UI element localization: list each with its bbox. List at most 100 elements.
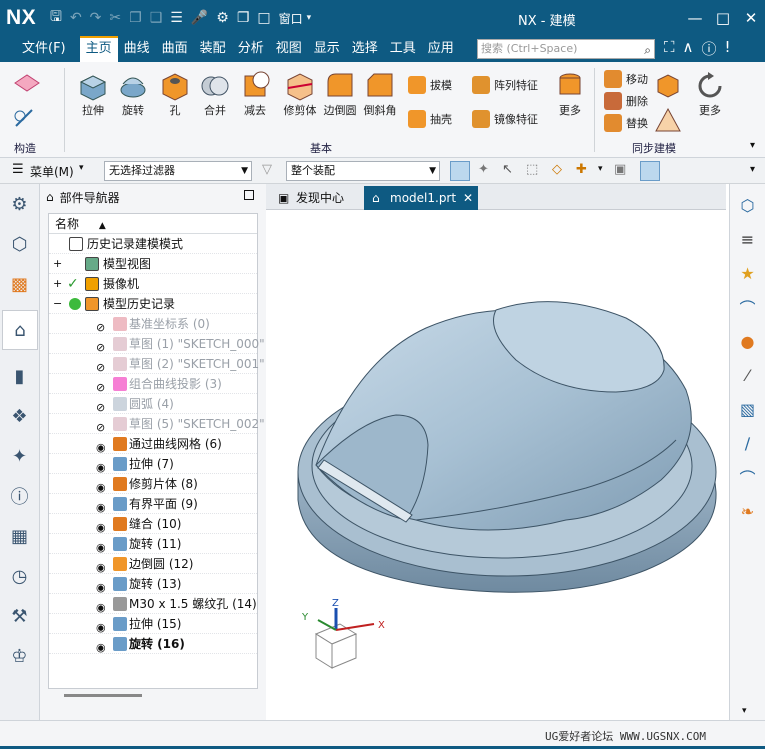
hamburger-icon[interactable]: ≡	[735, 226, 761, 252]
feature-tree[interactable]: 名称 ▲ 历史记录建模模式 + 模型视图 + ✓ 摄像机 − 模型历史记录 ⊘ 基准坐标系 (0)…	[48, 213, 265, 689]
tree-row[interactable]: ◉ 拉伸 (15)	[49, 614, 257, 634]
tree-row[interactable]: ◉ 缝合 (10)	[49, 514, 257, 534]
resize-face-button[interactable]	[654, 106, 682, 137]
column-header-name[interactable]: 名称 ▲	[49, 214, 257, 234]
type-filter-select[interactable]: 无选择过滤器 ▼	[104, 161, 252, 181]
tree-row[interactable]: ◉ M30 x 1.5 螺纹孔 (14)	[49, 594, 257, 614]
delete-face-button[interactable]: 删除	[604, 92, 648, 110]
datum-button[interactable]	[12, 106, 38, 133]
alert-icon[interactable]: !	[725, 38, 731, 59]
tab-curve[interactable]: 曲线	[118, 36, 156, 62]
tree-row[interactable]: ◉ 旋转 (13)	[49, 574, 257, 594]
tree-row[interactable]: − 模型历史记录	[49, 294, 257, 314]
snap-point-icon[interactable]: ✦	[478, 162, 489, 177]
undo-icon[interactable]: ↶	[70, 10, 82, 26]
tree-row[interactable]: ◉ 拉伸 (7)	[49, 454, 257, 474]
tab-home[interactable]: 主页	[79, 36, 118, 62]
tree-row[interactable]: ⊘ 草图 (2) "SKETCH_001"	[49, 354, 265, 374]
chevron-down-icon[interactable]: ▾	[742, 706, 747, 716]
more-basic-button[interactable]: 更多	[552, 70, 588, 118]
extrude-button[interactable]: 拉伸	[74, 70, 112, 118]
tab-tools[interactable]: 工具	[384, 36, 422, 62]
history-icon[interactable]: ◷	[6, 562, 34, 590]
render-style-icon[interactable]	[640, 161, 660, 181]
collapse-ribbon-icon[interactable]: ∧	[683, 38, 694, 59]
search-icon[interactable]: ⌕	[644, 41, 651, 59]
copy-icon[interactable]: ❐	[129, 10, 142, 26]
tab-select[interactable]: 选择	[346, 36, 384, 62]
main-menu-button[interactable]: 菜单(M)	[30, 163, 74, 180]
touch-mode-icon[interactable]: ☰	[170, 10, 183, 26]
expand-icon[interactable]: −	[53, 294, 62, 314]
subtract-button[interactable]: 减去	[236, 70, 274, 118]
more-sync-button[interactable]: 更多	[692, 70, 728, 118]
tree-row[interactable]: ◉ 旋转 (16)	[49, 634, 257, 654]
select-object-icon[interactable]: ↖	[502, 162, 513, 177]
ribbon-expand-icon[interactable]: ▾	[750, 140, 755, 151]
favorite-icon[interactable]: ★	[735, 260, 761, 286]
window-icon[interactable]: □	[257, 10, 270, 26]
chevron-down-icon[interactable]: ▾	[598, 164, 603, 174]
shell-button[interactable]: 抽壳	[408, 110, 452, 128]
solid-icon[interactable]: ▧	[735, 396, 761, 422]
cut-icon[interactable]: ✂	[109, 10, 121, 26]
arc-icon[interactable]: ⌒	[735, 464, 761, 490]
pattern-feature-button[interactable]: 阵列特征	[472, 76, 538, 94]
expand-icon[interactable]: +	[53, 274, 62, 294]
edge-blend-button[interactable]: 边倒圆	[320, 70, 360, 118]
web-browser-icon[interactable]: ✦	[6, 442, 34, 470]
tree-row[interactable]: ◉ 通过曲线网格 (6)	[49, 434, 257, 454]
tab-application[interactable]: 应用	[422, 36, 460, 62]
settings-icon[interactable]: ⚙	[6, 190, 34, 218]
replace-face-button[interactable]: 替换	[604, 114, 648, 132]
tab-display[interactable]: 显示	[308, 36, 346, 62]
sketch-button[interactable]	[12, 72, 42, 97]
chevron-down-icon[interactable]: ▾	[79, 163, 84, 173]
tab-model1[interactable]: ⌂ model1.prt ✕	[364, 186, 479, 210]
snap-grid-icon[interactable]: ⬚	[526, 162, 538, 177]
maximize-icon[interactable]	[244, 190, 254, 200]
move-face-button[interactable]: 移动	[604, 70, 648, 88]
save-icon[interactable]: 🖫	[50, 6, 62, 30]
chamfer-button[interactable]: 倒斜角	[360, 70, 400, 118]
snap-end-icon[interactable]: ◇	[552, 162, 562, 177]
fullscreen-icon[interactable]: ⛶	[664, 38, 675, 59]
redo-icon[interactable]: ↷	[90, 10, 102, 26]
checkmark-icon[interactable]: ✓	[67, 274, 79, 294]
ribbon-expand-icon[interactable]: ▾	[750, 164, 755, 175]
measure-icon[interactable]: ⁄	[735, 362, 761, 388]
surface-icon[interactable]: ❧	[735, 498, 761, 524]
tree-row[interactable]: ◉ 边倒圆 (12)	[49, 554, 257, 574]
switch-window-icon[interactable]: ❐	[237, 10, 250, 26]
orient-view-icon[interactable]: ⬡	[735, 192, 761, 218]
tree-row[interactable]: ⊘ 圆弧 (4)	[49, 394, 257, 414]
assembly-navigator-icon[interactable]: ⬡	[6, 230, 34, 258]
graphics-window[interactable]: Z X Y	[266, 210, 726, 720]
tab-discovery-center[interactable]: ▣ 发现中心	[270, 186, 362, 210]
trim-body-button[interactable]: 修剪体	[280, 70, 320, 118]
draft-button[interactable]: 拔模	[408, 76, 452, 94]
tree-row[interactable]: ◉ 有界平面 (9)	[49, 494, 257, 514]
tree-row[interactable]: + 模型视图	[49, 254, 257, 274]
close-button[interactable]: ✕	[737, 0, 765, 36]
help-icon[interactable]: ⓘ	[702, 38, 717, 59]
info-icon[interactable]: ⓘ	[6, 482, 34, 510]
line-icon[interactable]: ∕	[735, 430, 761, 456]
system-scenes-icon[interactable]: ⚒	[6, 602, 34, 630]
roles-icon[interactable]: ▦	[6, 522, 34, 550]
horizontal-scrollbar[interactable]	[64, 694, 142, 697]
revolve-button[interactable]: 旋转	[114, 70, 152, 118]
tree-row[interactable]: ⊘ 基准坐标系 (0)	[49, 314, 257, 334]
hd3d-tools-icon[interactable]: ❖	[6, 402, 34, 430]
curve-icon[interactable]: ⌒	[735, 294, 761, 320]
menu-icon[interactable]: ☰	[12, 162, 24, 177]
close-tab-icon[interactable]: ✕	[463, 186, 473, 210]
select-features-icon[interactable]	[450, 161, 470, 181]
tree-row[interactable]: ◉ 旋转 (11)	[49, 534, 257, 554]
tab-surface[interactable]: 曲面	[156, 36, 194, 62]
command-search-input[interactable]: 搜索 (Ctrl+Space) ⌕	[477, 39, 655, 59]
mirror-feature-button[interactable]: 镜像特征	[472, 110, 538, 128]
file-menu[interactable]: 文件(F)	[16, 36, 72, 62]
chevron-down-icon[interactable]: ▾	[307, 13, 312, 23]
dome-body[interactable]	[315, 301, 692, 531]
